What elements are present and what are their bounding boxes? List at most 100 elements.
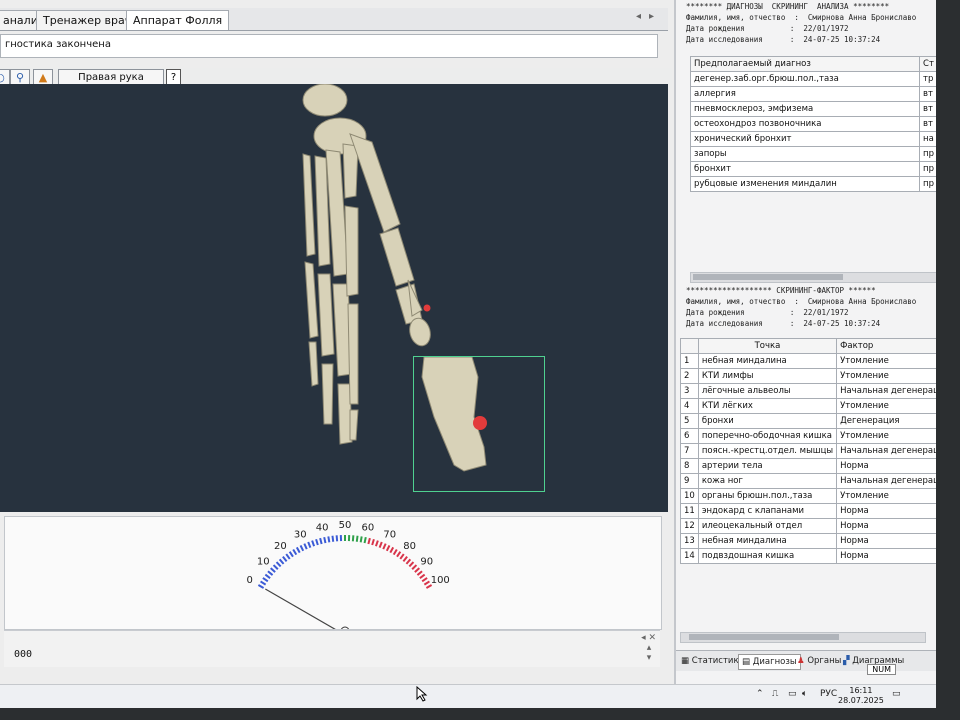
row-number: 14 (680, 548, 699, 564)
gauge-hub (340, 626, 350, 636)
row-number: 11 (680, 503, 699, 519)
hand-skeleton-model (302, 84, 431, 445)
hand-3d-viewport[interactable] (0, 84, 668, 512)
clock-date: 28.07.2025 (838, 696, 884, 705)
table-row[interactable]: хронический бронхит на (689, 131, 936, 147)
gauge-tick (299, 544, 305, 552)
tab-folle-device[interactable]: Аппарат Фолля (126, 10, 230, 30)
system-clock[interactable]: 16:11 28.07.2025 (838, 686, 884, 706)
gauge-tick (405, 558, 412, 565)
table-row[interactable]: 2 КТИ лимфы Утомление (680, 368, 936, 384)
gauge-tick (311, 540, 316, 547)
gauge-tick (414, 567, 420, 573)
table-row[interactable]: бронхит пр (689, 161, 936, 177)
dob-label: Дата рождения (686, 308, 745, 317)
language-indicator[interactable]: РУС (820, 689, 837, 699)
point-name: подвздошная кишка (697, 548, 838, 564)
table-row[interactable]: 11 эндокард с клапанами Норма (680, 503, 936, 519)
gauge-tick (323, 536, 327, 544)
screen: анализ Тренажер врача Аппарат Фолля ◂▸ г… (0, 0, 936, 708)
table-row[interactable]: 4 КТИ лёгких Утомление (680, 398, 936, 414)
table-row[interactable]: пневмосклероз, эмфизема вт (689, 101, 936, 117)
diagnosis-stage: вт (919, 101, 936, 117)
factor-value: Утомление (836, 353, 936, 369)
notifications-icon[interactable]: ▭ (892, 689, 901, 699)
point-name: органы брюшн.пол.,таза (697, 488, 838, 504)
clock-time: 16:11 (849, 686, 873, 695)
diagnosis-name: дегенер.заб.орг.брюш.пол.,таза (689, 71, 921, 87)
tab-statistics[interactable]: ▦ Статистика (678, 654, 747, 668)
row-number: 10 (680, 488, 699, 504)
gauge-tick (303, 543, 308, 550)
volume-icon[interactable]: 🔈︎ (802, 689, 807, 699)
scrollbar-thumb[interactable] (693, 274, 843, 280)
table-row[interactable]: 10 органы брюшн.пол.,таза Утомление (680, 488, 936, 504)
gauge-tick (327, 536, 331, 543)
row-number: 6 (680, 428, 699, 444)
gauge-tick (264, 573, 271, 579)
factor-value: Норма (836, 458, 936, 474)
gauge-tick (335, 535, 339, 542)
table-row[interactable]: 1 небная миндалина Утомление (680, 353, 936, 369)
gauge-tick (282, 556, 288, 562)
diagnostics-status: гностика закончена (0, 34, 658, 58)
display-icon[interactable]: ▭ (788, 689, 797, 699)
gauge-tick (270, 567, 276, 573)
row-number: 13 (680, 533, 699, 549)
zoom-inset-panel (413, 356, 545, 492)
table-row[interactable]: 9 кожа ног Начальная дегенерац (680, 473, 936, 489)
scrollbar-thumb[interactable] (689, 634, 839, 640)
table-row[interactable]: 7 поясн.-крестц.отдел. мышцы Начальная дег… (680, 443, 936, 459)
carpal-bones (302, 84, 348, 117)
factor-exam-row: Дата исследования : 24-07-25 10:37:24 (686, 319, 881, 328)
row-number: 7 (680, 443, 699, 459)
table-row[interactable]: 5 бронхи Дегенерация (680, 413, 936, 429)
table-row[interactable]: 14 подвздошная кишка Норма (680, 548, 936, 564)
table-row[interactable]: 13 небная миндалина Норма (680, 533, 936, 549)
fio-value: Смирнова Анна Брониславо (807, 13, 917, 22)
point-name: КТИ лимфы (697, 368, 838, 384)
tab-label: Органы (807, 656, 842, 666)
factor-value: Начальная дегенерац (836, 383, 936, 399)
gauge-tick (355, 535, 359, 542)
gauge-tick (359, 536, 363, 543)
network-icon[interactable]: ⎍ (772, 689, 778, 699)
table-row[interactable]: остеохондроз позвоночника вт (689, 116, 936, 132)
gauge-tick (307, 541, 312, 548)
table-row[interactable]: 6 поперечно-ободочная кишка Утомление (680, 428, 936, 444)
table-row[interactable]: 12 илеоцекальный отдел Норма (680, 518, 936, 534)
table-row[interactable]: 3 лёгочные альвеолы Начальная дегенерац (680, 383, 936, 399)
diag-table-scrollbar[interactable] (690, 272, 936, 283)
measurement-counter: 000 (14, 649, 33, 660)
meter-panel: 0 10 20 30 40 50 60 70 80 90 100 (4, 516, 662, 636)
table-row[interactable]: аллергия вт (689, 86, 936, 102)
row-number: 12 (680, 518, 699, 534)
tab-organs[interactable]: ♟ Органы (794, 654, 844, 668)
gauge-tick (423, 580, 430, 586)
table-row[interactable]: дегенер.заб.орг.брюш.пол.,таза тр (689, 71, 936, 87)
table-row[interactable]: запоры пр (689, 146, 936, 162)
table-row[interactable]: рубцовые изменения миндалин пр (689, 176, 936, 192)
gauge-tick (416, 570, 423, 576)
fio-label: Фамилия, имя, отчество (686, 297, 786, 306)
diagnosis-stage: тр (919, 71, 936, 87)
factor-value: Утомление (836, 398, 936, 414)
diagnosis-stage: пр (919, 146, 936, 162)
fio-value: Смирнова Анна Брониславо (807, 297, 917, 306)
organs-icon: ♟ (797, 656, 805, 666)
factor-value: Норма (836, 518, 936, 534)
row-number: 2 (680, 368, 699, 384)
point-name: небная миндалина (697, 533, 838, 549)
diagnosis-name: пневмосклероз, эмфизема (689, 101, 921, 117)
panel-controls[interactable]: ◂ ✕ ▴ ▾ (641, 633, 656, 663)
table-row[interactable]: 8 артерии тела Норма (680, 458, 936, 474)
chevron-up-icon[interactable]: ⌃ (756, 689, 764, 699)
factor-fio-row: Фамилия, имя, отчество : Смирнова Анна Б… (686, 297, 917, 306)
tab-diagnoses[interactable]: ▤ Диагнозы (738, 654, 801, 670)
exam-label: Дата исследования (686, 319, 763, 328)
tab-scroll-arrows[interactable]: ◂▸ (636, 11, 662, 22)
gauge-tick (285, 553, 291, 560)
factor-table-scrollbar[interactable] (680, 632, 926, 643)
factor-value: Утомление (836, 488, 936, 504)
point-name: небная миндалина (697, 353, 838, 369)
